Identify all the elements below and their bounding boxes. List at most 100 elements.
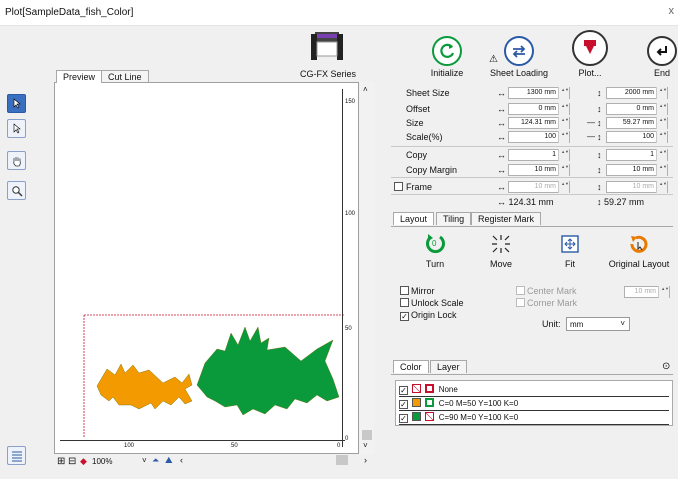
row-checkbox[interactable]: ✓ [399, 386, 408, 395]
scale-x-input[interactable]: 100 [508, 131, 570, 143]
tab-preview[interactable]: Preview [56, 70, 103, 83]
origin-lock-option[interactable]: ✓ Origin Lock [400, 310, 457, 321]
list-icon [11, 451, 22, 461]
close-icon[interactable]: x [669, 5, 675, 17]
scroll-thumb[interactable] [362, 430, 372, 440]
mirror-checkbox[interactable] [400, 286, 409, 295]
tab-color[interactable]: Color [393, 360, 429, 373]
zoom-dropdown-icon[interactable]: ˅ [142, 456, 147, 465]
row-size: Size ↔ 124.31 mm — ↕ 59.27 mm [391, 117, 673, 131]
end-label: End [653, 68, 670, 78]
width-arrow-icon: ↔ [497, 88, 506, 98]
mirror-label: Mirror [411, 286, 435, 296]
green-fish [196, 326, 340, 416]
divider [391, 194, 673, 195]
list-view-button[interactable] [7, 446, 26, 465]
tab-layout[interactable]: Layout [393, 212, 435, 225]
tab-register-mark[interactable]: Register Mark [471, 212, 542, 225]
hand-tool-button[interactable] [7, 151, 26, 170]
list-item[interactable]: ✓ C=90 M=0 Y=100 K=0 [399, 412, 669, 425]
list-item[interactable]: ✓ C=0 M=50 Y=100 K=0 [399, 398, 669, 411]
copy-label: Copy [406, 150, 428, 160]
node-tool-button[interactable] [7, 119, 26, 138]
select-tool-button[interactable] [7, 94, 26, 113]
grid-view-icon[interactable]: ⊞ [57, 456, 65, 467]
height-arrow-icon: ↕ [597, 88, 602, 98]
height-arrow-icon: ↕ [597, 118, 602, 128]
original-layout-button[interactable]: Original Layout [604, 232, 674, 269]
fit-button[interactable]: Fit [535, 232, 605, 269]
plot-button[interactable]: Plot... [560, 30, 620, 78]
original-layout-icon [627, 232, 651, 256]
origin-lock-checkbox[interactable]: ✓ [400, 312, 409, 321]
hand-icon [12, 156, 21, 166]
width-arrow-icon: ↔ [497, 104, 506, 114]
sheet-loading-button[interactable]: ⚠ Sheet Loading [489, 36, 549, 78]
size-width-input[interactable]: 124.31 mm [508, 117, 570, 129]
sheet-width-input[interactable]: 1300 mm [508, 87, 570, 99]
scroll-right-icon[interactable]: › [364, 455, 367, 465]
offset-y-input[interactable]: 0 mm [606, 103, 668, 115]
move-label: Move [489, 259, 512, 269]
row-total-size: ↔ 124.31 mm ↕ 59.27 mm [391, 196, 673, 210]
scale-link-icon[interactable]: — [587, 132, 595, 141]
scroll-left-icon[interactable]: ‹ [180, 455, 183, 465]
preview-bottom-bar: ⊞ ⊟ ◆ 100% ˅ ⏶ ⛰ ‹ › [54, 454, 374, 470]
end-button[interactable]: End [632, 36, 678, 78]
frame-x-input[interactable]: 10 mm [508, 181, 570, 193]
zoom-all-icon[interactable]: ⛰ [165, 455, 173, 466]
hscroll-thumb[interactable] [336, 455, 348, 465]
unit-label: Unit: [542, 319, 561, 329]
offset-x-input[interactable]: 0 mm [508, 103, 570, 115]
copy-margin-x-input[interactable]: 10 mm [508, 164, 570, 176]
sheet-height-input[interactable]: 2000 mm [606, 87, 668, 99]
panel-menu-icon[interactable]: ⊙ [662, 361, 670, 372]
turn-button[interactable]: 0 Turn [400, 232, 470, 269]
corner-mark-checkbox[interactable] [516, 298, 525, 307]
size-label: Size [406, 118, 424, 128]
row-checkbox[interactable]: ✓ [399, 414, 408, 423]
color-view-icon[interactable]: ◆ [80, 456, 87, 467]
unit-select[interactable]: mm ˅ [566, 317, 630, 331]
height-arrow-icon: ↕ [597, 104, 602, 114]
zoom-tool-button[interactable] [7, 181, 26, 200]
scroll-down-icon[interactable]: ˅ [363, 441, 368, 450]
copy-x-input[interactable]: 1 [508, 149, 570, 161]
tab-layer[interactable]: Layer [430, 360, 467, 373]
mirror-option[interactable]: Mirror [400, 286, 435, 296]
frame-label: Frame [406, 182, 433, 192]
scale-y-input[interactable]: 100 [606, 131, 668, 143]
copy-y-input[interactable]: 1 [606, 149, 668, 161]
vertical-scrollbar[interactable]: ˄ ˅ [360, 82, 374, 454]
height-arrow-icon: ↕ [597, 150, 602, 160]
tab-tiling[interactable]: Tiling [436, 212, 472, 225]
row-frame: Frame ↔ 10 mm ↕ 10 mm [391, 181, 673, 195]
unlock-scale-checkbox[interactable] [400, 298, 409, 307]
size-height-input[interactable]: 59.27 mm [606, 117, 668, 129]
no-outline-swatch-icon [425, 412, 435, 421]
frame-checkbox[interactable] [394, 182, 403, 191]
zoom-fit-icon[interactable]: ⏶ [152, 455, 159, 466]
list-item[interactable]: ✓ None [399, 384, 669, 397]
width-arrow-icon: ↔ [497, 182, 506, 192]
mark-size-input[interactable]: 10 mm [624, 286, 670, 298]
width-arrow-icon: ↔ [497, 150, 506, 160]
frame-y-input[interactable]: 10 mm [606, 181, 668, 193]
row-copy-margin: Copy Margin ↔ 10 mm ↕ 10 mm [391, 164, 673, 178]
initialize-label: Initialize [430, 68, 464, 78]
center-mark-option[interactable]: Center Mark [516, 286, 577, 296]
warning-icon: ⚠ [489, 54, 498, 65]
center-mark-checkbox[interactable] [516, 286, 525, 295]
corner-mark-option[interactable]: Corner Mark [516, 298, 577, 308]
initialize-button[interactable]: Initialize [417, 36, 477, 78]
move-button[interactable]: Move [466, 232, 536, 269]
frame-view-icon[interactable]: ⊟ [68, 456, 76, 467]
size-link-icon[interactable]: — [587, 118, 595, 127]
preview-canvas[interactable] [54, 82, 359, 454]
unlock-scale-option[interactable]: Unlock Scale [400, 298, 464, 308]
copy-margin-y-input[interactable]: 10 mm [606, 164, 668, 176]
arrow-cursor-icon [13, 98, 21, 109]
row-checkbox[interactable]: ✓ [399, 400, 408, 409]
zoom-value[interactable]: 100% [92, 457, 112, 466]
scroll-up-icon[interactable]: ˄ [363, 85, 368, 94]
